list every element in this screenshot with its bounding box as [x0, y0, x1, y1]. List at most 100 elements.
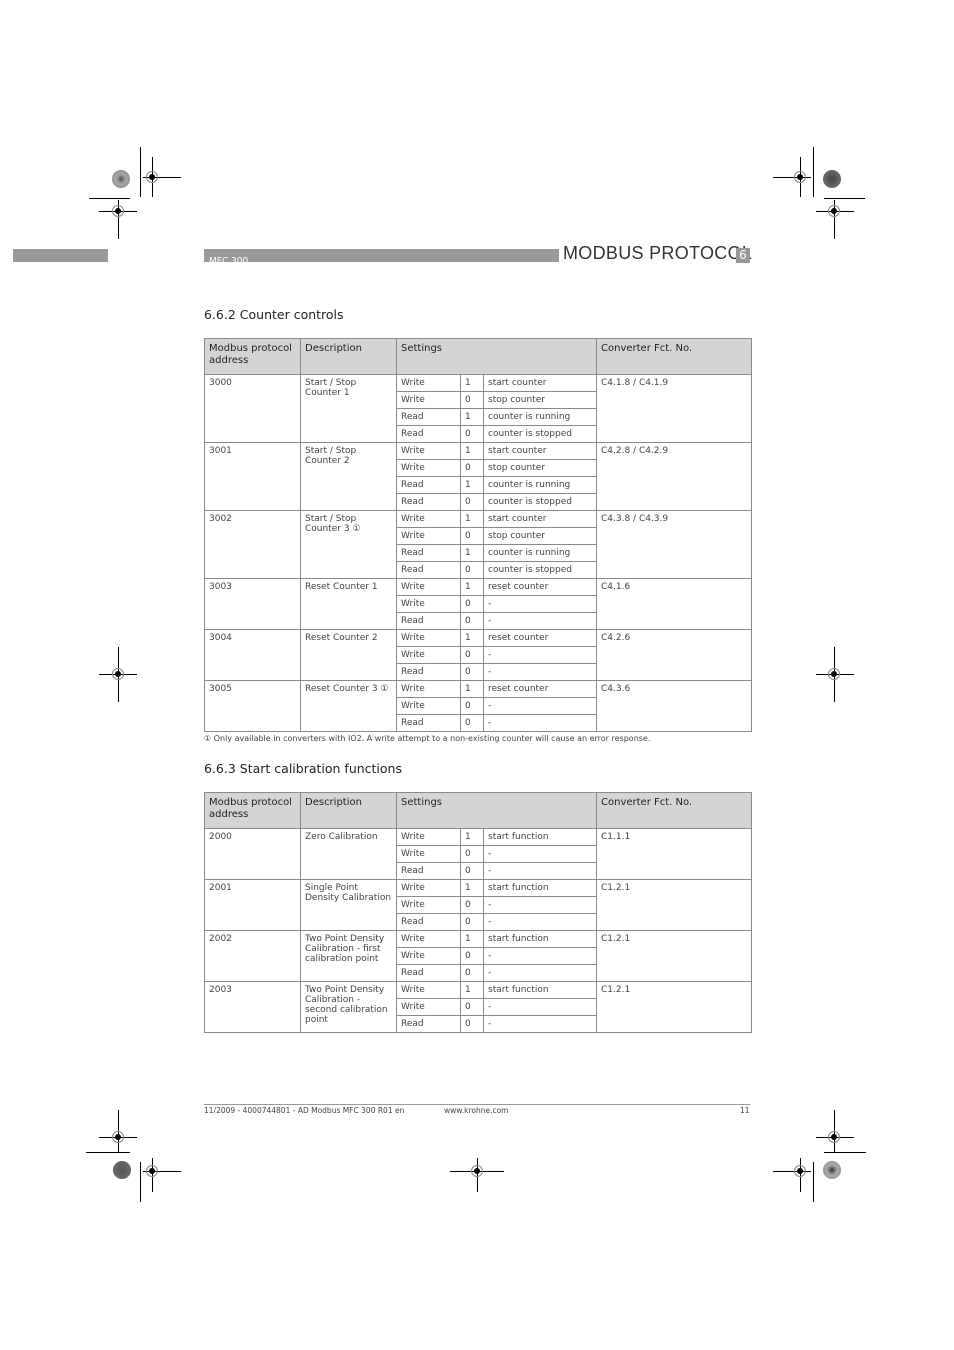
access-cell: Read [396, 663, 461, 681]
meaning-cell: stop counter [483, 527, 597, 545]
access-cell: Read [396, 493, 461, 511]
access-cell: Write [396, 981, 461, 999]
value-cell: 1 [460, 981, 484, 999]
access-cell: Read [396, 425, 461, 443]
value-cell: 0 [460, 947, 484, 965]
header-bar-left [13, 249, 108, 262]
access-cell: Write [396, 998, 461, 1016]
description-cell: Zero Calibration [300, 828, 397, 880]
meaning-cell: start counter [483, 374, 597, 392]
access-cell: Write [396, 697, 461, 715]
access-cell: Read [396, 964, 461, 982]
description-cell: Start / Stop Counter 3 ① [300, 510, 397, 579]
meaning-cell: stop counter [483, 459, 597, 477]
meaning-cell: counter is stopped [483, 561, 597, 579]
header-bar: MFC 300 [204, 249, 559, 267]
column-header-description: Description [300, 792, 397, 829]
value-cell: 1 [460, 544, 484, 562]
access-cell: Write [396, 896, 461, 914]
access-cell: Write [396, 510, 461, 528]
description-cell: Start / Stop Counter 2 [300, 442, 397, 511]
column-header-settings: Settings [396, 338, 597, 375]
meaning-cell: counter is stopped [483, 425, 597, 443]
value-cell: 0 [460, 493, 484, 511]
table-row: 3004 Reset Counter 2 Write 1 reset counter C4… [204, 629, 752, 681]
converter-cell: C4.1.6 [596, 578, 752, 630]
converter-cell: C1.1.1 [596, 828, 752, 880]
access-cell: Write [396, 629, 461, 647]
meaning-cell: counter is running [483, 476, 597, 494]
color-disc-icon [112, 170, 130, 188]
access-cell: Read [396, 408, 461, 426]
address-cell: 2000 [204, 828, 301, 880]
table-row: 3005 Reset Counter 3 ① Write 1 reset counter… [204, 680, 752, 732]
value-cell: 0 [460, 896, 484, 914]
value-cell: 0 [460, 862, 484, 880]
footer-website: www.krohne.com [444, 1106, 509, 1115]
meaning-cell: start function [483, 879, 597, 897]
meaning-cell: - [483, 964, 597, 982]
crosshair-icon [112, 205, 124, 217]
value-cell: 0 [460, 612, 484, 630]
access-cell: Read [396, 862, 461, 880]
access-cell: Write [396, 527, 461, 545]
access-cell: Read [396, 612, 461, 630]
address-cell: 3001 [204, 442, 301, 511]
meaning-cell: - [483, 913, 597, 931]
table-header-row: Modbus protocol address Description Sett… [204, 338, 752, 375]
chapter-number: 6 [736, 248, 750, 263]
access-cell: Write [396, 828, 461, 846]
value-cell: 0 [460, 663, 484, 681]
crosshair-icon [794, 171, 806, 183]
access-cell: Write [396, 442, 461, 460]
table-row: 2001 Single Point Density Calibration Writ… [204, 879, 752, 931]
description-cell: Two Point Density Calibration - first ca… [300, 930, 397, 982]
meaning-cell: reset counter [483, 578, 597, 596]
column-header-converter: Converter Fct. No. [596, 792, 752, 829]
value-cell: 0 [460, 697, 484, 715]
meaning-cell: - [483, 998, 597, 1016]
footer-page-number: 11 [740, 1106, 750, 1115]
meaning-cell: reset counter [483, 629, 597, 647]
value-cell: 1 [460, 510, 484, 528]
description-cell: Two Point Density Calibration - second c… [300, 981, 397, 1033]
converter-cell: C4.2.6 [596, 629, 752, 681]
access-cell: Read [396, 544, 461, 562]
access-cell: Write [396, 879, 461, 897]
access-cell: Read [396, 1015, 461, 1033]
description-cell: Reset Counter 1 [300, 578, 397, 630]
value-cell: 0 [460, 1015, 484, 1033]
converter-cell: C1.2.1 [596, 930, 752, 982]
color-disc-icon [823, 1161, 841, 1179]
access-cell: Read [396, 913, 461, 931]
section-title-calibration-functions: 6.6.3 Start calibration functions [204, 761, 402, 776]
crosshair-icon [112, 1131, 124, 1143]
address-cell: 3004 [204, 629, 301, 681]
value-cell: 1 [460, 629, 484, 647]
address-cell: 3000 [204, 374, 301, 443]
footer-divider [204, 1104, 750, 1105]
crosshair-icon [471, 1165, 483, 1177]
access-cell: Write [396, 374, 461, 392]
value-cell: 0 [460, 714, 484, 732]
access-cell: Write [396, 459, 461, 477]
table-row: 3000 Start / Stop Counter 1 Write 1 start co… [204, 374, 752, 443]
value-cell: 1 [460, 578, 484, 596]
access-cell: Write [396, 680, 461, 698]
value-cell: 0 [460, 964, 484, 982]
column-header-converter: Converter Fct. No. [596, 338, 752, 375]
meaning-cell: - [483, 947, 597, 965]
address-cell: 3005 [204, 680, 301, 732]
crosshair-icon [828, 205, 840, 217]
meaning-cell: reset counter [483, 680, 597, 698]
value-cell: 1 [460, 408, 484, 426]
value-cell: 0 [460, 595, 484, 613]
crosshair-icon [794, 1165, 806, 1177]
converter-cell: C1.2.1 [596, 879, 752, 931]
value-cell: 0 [460, 646, 484, 664]
table-header-row: Modbus protocol address Description Sett… [204, 792, 752, 829]
meaning-cell: stop counter [483, 391, 597, 409]
value-cell: 0 [460, 527, 484, 545]
value-cell: 0 [460, 845, 484, 863]
footer-doc-id: 11/2009 - 4000744801 - AD Modbus MFC 300… [204, 1106, 405, 1115]
